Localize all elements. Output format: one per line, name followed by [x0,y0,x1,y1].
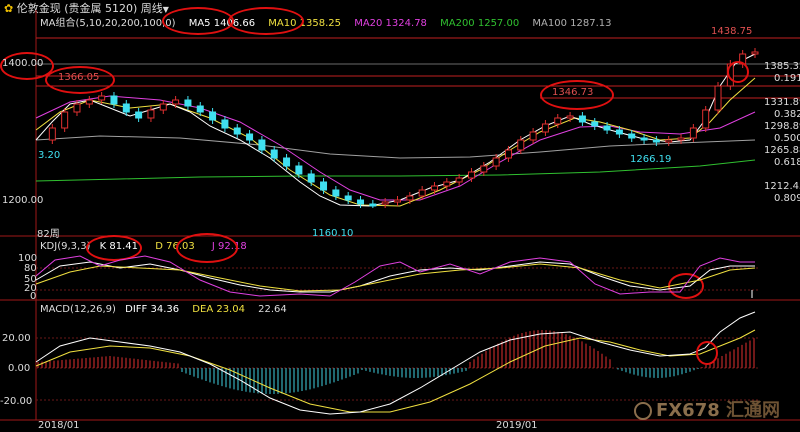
macd-histogram [37,330,755,394]
watermark-brand: FX678 [656,400,720,421]
x-axis-2019: 2019/01 [496,420,538,431]
watermark-logo-icon [634,402,652,420]
macd-chart [35,311,760,415]
annotation-ring-macd-cross [696,341,718,365]
watermark: FX678 汇通网 [634,396,780,422]
watermark-cn: 汇通网 [726,400,781,421]
x-axis-2018: 2018/01 [38,420,80,431]
